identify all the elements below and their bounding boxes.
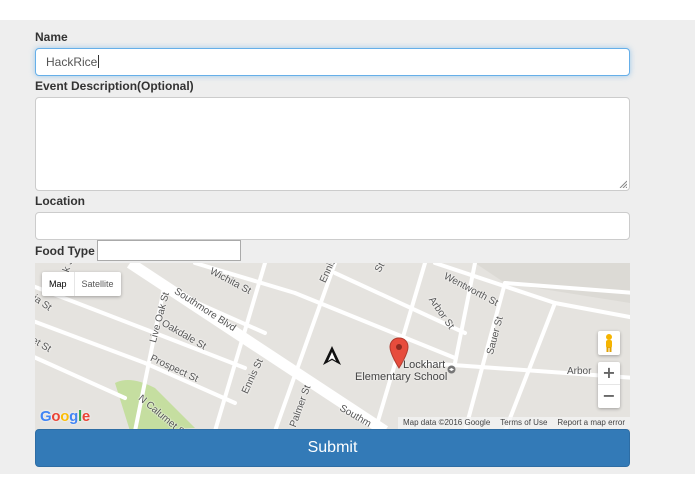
map-data-text: Map data ©2016 Google [402, 418, 491, 427]
map-view[interactable]: Wichita St Wentworth St Arbor St Sauer S… [35, 263, 630, 431]
name-input[interactable]: HackRice [35, 48, 630, 76]
poi-label: Lockhart Elementary School [355, 359, 447, 383]
location-input[interactable] [35, 212, 630, 240]
pegman-icon [606, 334, 612, 352]
poi-name-line1: Lockhart [403, 359, 446, 371]
school-icon [447, 365, 456, 374]
name-label: Name [35, 30, 68, 44]
zoom-in-icon[interactable]: + [598, 362, 620, 385]
report-map-error-link[interactable]: Report a map error [552, 417, 630, 429]
terms-of-use-link[interactable]: Terms of Use [495, 417, 552, 429]
location-label: Location [35, 194, 85, 208]
google-logo[interactable]: Google [40, 408, 90, 425]
food-type-label: Food Type [35, 244, 95, 258]
zoom-control: + − [598, 362, 620, 408]
food-type-input[interactable] [97, 240, 241, 261]
text-caret [98, 55, 100, 68]
name-input-value: HackRice [46, 55, 98, 69]
submit-button[interactable]: Submit [35, 429, 630, 467]
resize-handle-icon[interactable] [619, 180, 627, 188]
pegman-button[interactable] [598, 331, 620, 355]
map-type-control: Map Satellite [42, 272, 121, 296]
map-attribution: Map data ©2016 Google Terms of Use Repor… [397, 417, 630, 429]
map-type-satellite-button[interactable]: Satellite [73, 272, 121, 296]
navigation-arrow-icon [323, 346, 341, 365]
map-type-map-button[interactable]: Map [42, 272, 74, 296]
description-label: Event Description(Optional) [35, 79, 194, 93]
street-label: Arbor [567, 366, 592, 377]
poi-name-line2: Elementary School [355, 371, 448, 383]
description-textarea[interactable] [35, 97, 630, 191]
zoom-out-icon[interactable]: − [598, 385, 620, 408]
